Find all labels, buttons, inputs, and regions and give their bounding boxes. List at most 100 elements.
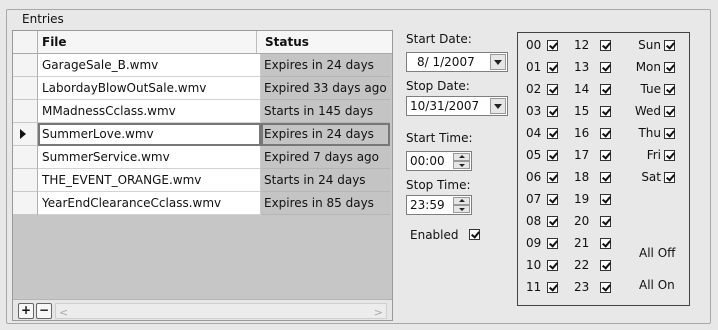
hour-label: 13 [574, 60, 590, 74]
hour-label: 11 [526, 280, 542, 294]
start-date-picker[interactable]: 8/ 1/2007 [406, 52, 508, 72]
hour-checkbox-04[interactable] [547, 128, 558, 139]
hour-checkbox-17[interactable] [600, 150, 611, 161]
table-row[interactable]: MMadnessCclass.wmv Starts in 145 days [13, 100, 392, 123]
row-header[interactable] [13, 54, 38, 77]
file-cell[interactable]: LabordayBlowOutSale.wmv [38, 77, 261, 100]
hour-checkbox-19[interactable] [600, 194, 611, 205]
stop-date-dropdown-icon[interactable] [490, 98, 506, 114]
hours-days-box: 00 01 02 03 04 05 06 07 08 09 10 11 12 13 14 15 16 17 18 1… [517, 32, 690, 306]
hour-label: 02 [526, 82, 542, 96]
hour-checkbox-20[interactable] [600, 216, 611, 227]
day-label: Mon [635, 60, 661, 74]
table-row[interactable]: SummerService.wmv Expired 7 days ago [13, 146, 392, 169]
grid-header: File Status [13, 31, 392, 54]
table-row[interactable]: THE_EVENT_ORANGE.wmv Starts in 24 days [13, 169, 392, 192]
file-cell[interactable]: THE_EVENT_ORANGE.wmv [38, 169, 261, 192]
hour-label: 09 [526, 236, 542, 250]
file-cell[interactable]: MMadnessCclass.wmv [38, 100, 261, 123]
hour-checkbox-18[interactable] [600, 172, 611, 183]
hour-checkbox-10[interactable] [547, 260, 558, 271]
scroll-right-icon[interactable]: > [374, 306, 383, 319]
day-checkbox-wed[interactable] [664, 106, 675, 117]
stop-date-label: Stop Date: [406, 79, 470, 93]
remove-entry-button[interactable]: − [36, 303, 52, 319]
day-checkbox-tue[interactable] [664, 84, 675, 95]
table-row[interactable]: SummerLove.wmv Expires in 24 days [13, 123, 392, 146]
row-header[interactable] [13, 77, 38, 100]
day-checkbox-thu[interactable] [664, 128, 675, 139]
enabled-label: Enabled [410, 228, 459, 242]
day-checkbox-sun[interactable] [664, 40, 675, 51]
row-header[interactable] [13, 192, 38, 215]
day-checkbox-fri[interactable] [664, 150, 675, 161]
file-cell[interactable]: SummerLove.wmv [38, 123, 261, 146]
hour-checkbox-13[interactable] [600, 62, 611, 73]
hour-checkbox-14[interactable] [600, 84, 611, 95]
day-label: Wed [634, 104, 661, 118]
hour-label: 07 [526, 192, 542, 206]
hour-label: 12 [574, 38, 590, 52]
file-cell[interactable]: YearEndClearanceCclass.wmv [38, 192, 261, 215]
column-header-file[interactable]: File [42, 31, 257, 53]
day-checkbox-sat[interactable] [664, 172, 675, 183]
hour-checkbox-05[interactable] [547, 150, 558, 161]
hour-checkbox-23[interactable] [600, 282, 611, 293]
stop-date-picker[interactable]: 10/31/2007 [406, 96, 508, 116]
hour-checkbox-16[interactable] [600, 128, 611, 139]
file-cell[interactable]: SummerService.wmv [38, 146, 261, 169]
hour-label: 00 [526, 38, 542, 52]
add-entry-button[interactable]: + [18, 303, 34, 319]
all-off-button[interactable]: All Off [639, 246, 675, 260]
table-row[interactable]: GarageSale_B.wmv Expires in 24 days [13, 54, 392, 77]
row-header[interactable] [13, 123, 38, 146]
column-header-status[interactable]: Status [262, 31, 393, 53]
entries-grid[interactable]: File Status GarageSale_B.wmv Expires in 2… [12, 30, 393, 321]
day-label: Tue [640, 82, 662, 96]
hour-checkbox-22[interactable] [600, 260, 611, 271]
hour-checkbox-08[interactable] [547, 216, 558, 227]
row-header[interactable] [13, 100, 38, 123]
hour-checkbox-21[interactable] [600, 238, 611, 249]
hour-checkbox-06[interactable] [547, 172, 558, 183]
current-row-arrow-icon [20, 129, 26, 139]
hour-checkbox-11[interactable] [547, 282, 558, 293]
file-cell[interactable]: GarageSale_B.wmv [38, 54, 261, 77]
start-time-label: Start Time: [406, 131, 473, 145]
schedule-panel: Start Date: 8/ 1/2007 Stop Date: 10/31/2… [398, 30, 512, 320]
scroll-left-icon[interactable]: < [59, 306, 68, 319]
hour-checkbox-07[interactable] [547, 194, 558, 205]
hour-label: 22 [574, 258, 590, 272]
hour-label: 19 [574, 192, 590, 206]
row-header[interactable] [13, 169, 38, 192]
hour-label: 18 [574, 170, 590, 184]
entries-group-title: Entries [19, 12, 67, 26]
hour-checkbox-12[interactable] [600, 40, 611, 51]
table-row[interactable]: LabordayBlowOutSale.wmv Expired 33 days a… [13, 77, 392, 100]
hour-checkbox-02[interactable] [547, 84, 558, 95]
enabled-checkbox[interactable] [469, 229, 480, 240]
day-checkbox-mon[interactable] [664, 62, 675, 73]
hour-checkbox-15[interactable] [600, 106, 611, 117]
hour-checkbox-00[interactable] [547, 40, 558, 51]
stop-time-spinner[interactable]: 23:59 [406, 195, 472, 215]
hour-checkbox-03[interactable] [547, 106, 558, 117]
start-date-label: Start Date: [406, 32, 472, 46]
row-header[interactable] [13, 146, 38, 169]
hour-label: 23 [574, 280, 590, 294]
start-time-spin-icon[interactable] [453, 153, 470, 169]
table-row[interactable]: YearEndClearanceCclass.wmv Expires in 85 … [13, 192, 392, 215]
stop-time-spin-icon[interactable] [453, 197, 470, 213]
start-date-dropdown-icon[interactable] [490, 54, 506, 70]
hour-checkbox-01[interactable] [547, 62, 558, 73]
hour-label: 06 [526, 170, 542, 184]
start-time-spinner[interactable]: 00:00 [406, 151, 472, 171]
status-cell: Expires in 85 days [261, 192, 390, 215]
status-cell: Starts in 145 days [261, 100, 390, 123]
hour-checkbox-09[interactable] [547, 238, 558, 249]
horizontal-scrollbar[interactable]: < > [55, 303, 387, 319]
stop-time-value: 23:59 [410, 198, 445, 212]
header-corner [13, 31, 38, 53]
start-time-value: 00:00 [410, 154, 445, 168]
all-on-button[interactable]: All On [639, 278, 675, 292]
